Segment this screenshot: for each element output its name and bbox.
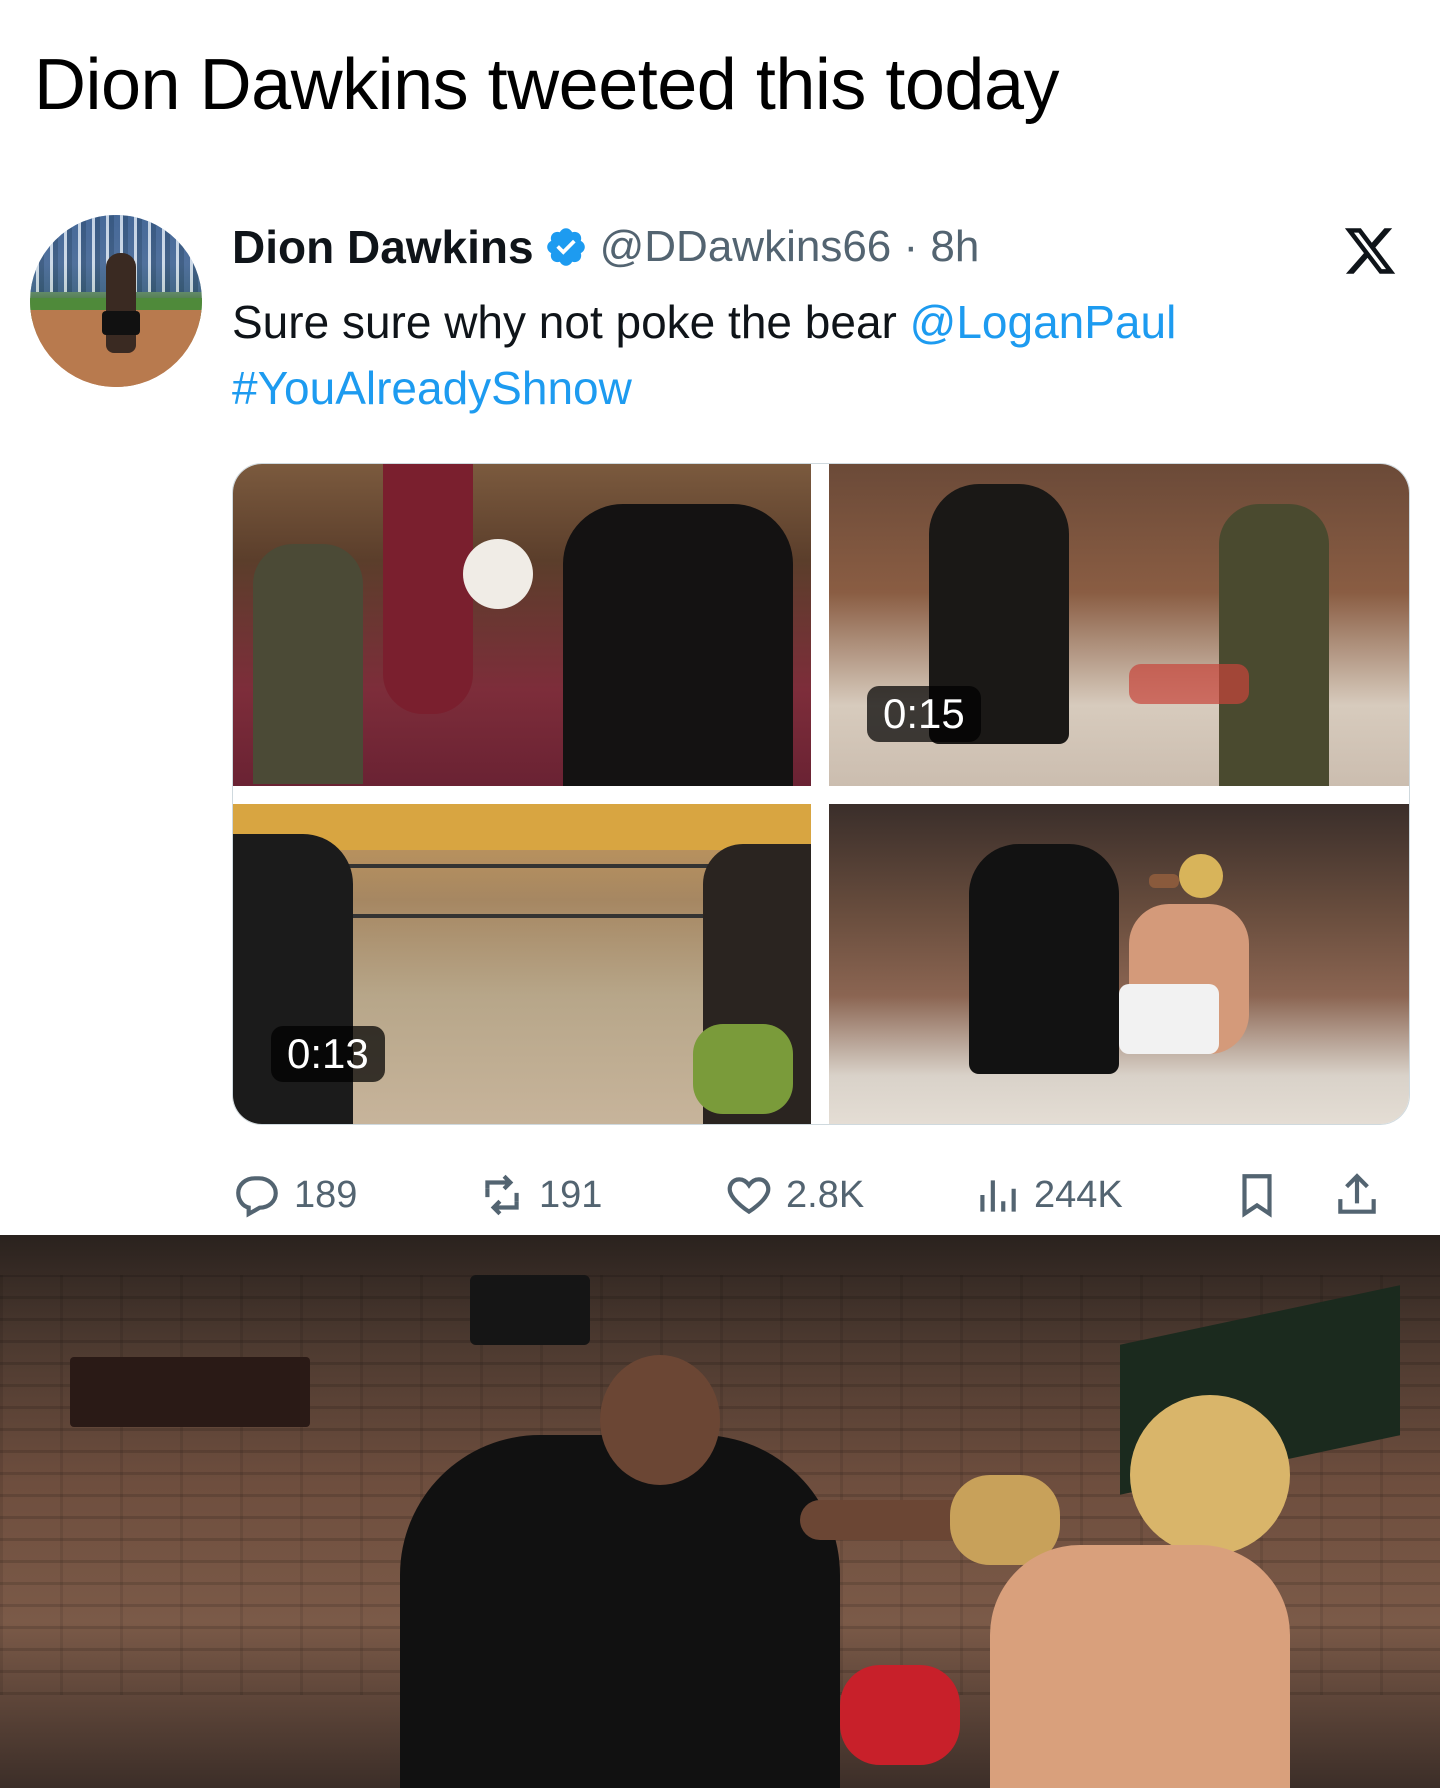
duration-badge: 0:15 (867, 686, 981, 742)
bookmark-button[interactable] (1232, 1165, 1294, 1225)
media-video-2[interactable]: 0:15 (829, 464, 1409, 786)
repost-icon (485, 1174, 519, 1216)
like-icon (727, 1177, 771, 1215)
meme-headline: Dion Dawkins tweeted this today (34, 45, 1060, 125)
media-grid: 0:15 0:13 (232, 463, 1410, 1125)
mention-link[interactable]: @LoganPaul (910, 296, 1177, 348)
views-count: 244K (1034, 1173, 1123, 1216)
tweet-card[interactable]: Dion Dawkins @DDawkins66 · 8h Sure sure … (0, 205, 1440, 1235)
share-icon (1338, 1173, 1376, 1214)
repost-button[interactable]: 191 (477, 1165, 602, 1225)
share-button[interactable] (1332, 1165, 1394, 1225)
tweet-text: Sure sure why not poke the bear @LoganPa… (232, 289, 1412, 421)
verified-badge-icon (546, 228, 585, 266)
reply-icon (236, 1176, 278, 1218)
x-logo-icon (1344, 228, 1396, 274)
reply-button[interactable]: 189 (232, 1165, 357, 1225)
action-bar: 189 191 2.8K 244K (232, 1165, 1412, 1225)
views-button[interactable]: 244K (972, 1165, 1123, 1225)
like-button[interactable]: 2.8K (724, 1165, 864, 1225)
bottom-photo (0, 1235, 1440, 1788)
avatar[interactable] (30, 215, 202, 387)
hashtag-link[interactable]: #YouAlreadyShnow (232, 362, 632, 414)
reply-count: 189 (294, 1173, 358, 1216)
media-video-3[interactable]: 0:13 (233, 804, 811, 1124)
handle-and-time[interactable]: @DDawkins66 · 8h (600, 222, 980, 272)
tweet-header: Dion Dawkins @DDawkins66 · 8h (232, 217, 979, 277)
duration-badge: 0:13 (271, 1026, 385, 1082)
views-icon (980, 1180, 1016, 1212)
tweet-body: Sure sure why not poke the bear (232, 296, 910, 348)
repost-count: 191 (539, 1173, 603, 1216)
like-count: 2.8K (786, 1173, 865, 1216)
media-photo-4[interactable] (829, 804, 1409, 1124)
media-video-1[interactable] (233, 464, 811, 786)
author-name[interactable]: Dion Dawkins (232, 220, 534, 274)
bookmark-icon (1242, 1174, 1272, 1218)
